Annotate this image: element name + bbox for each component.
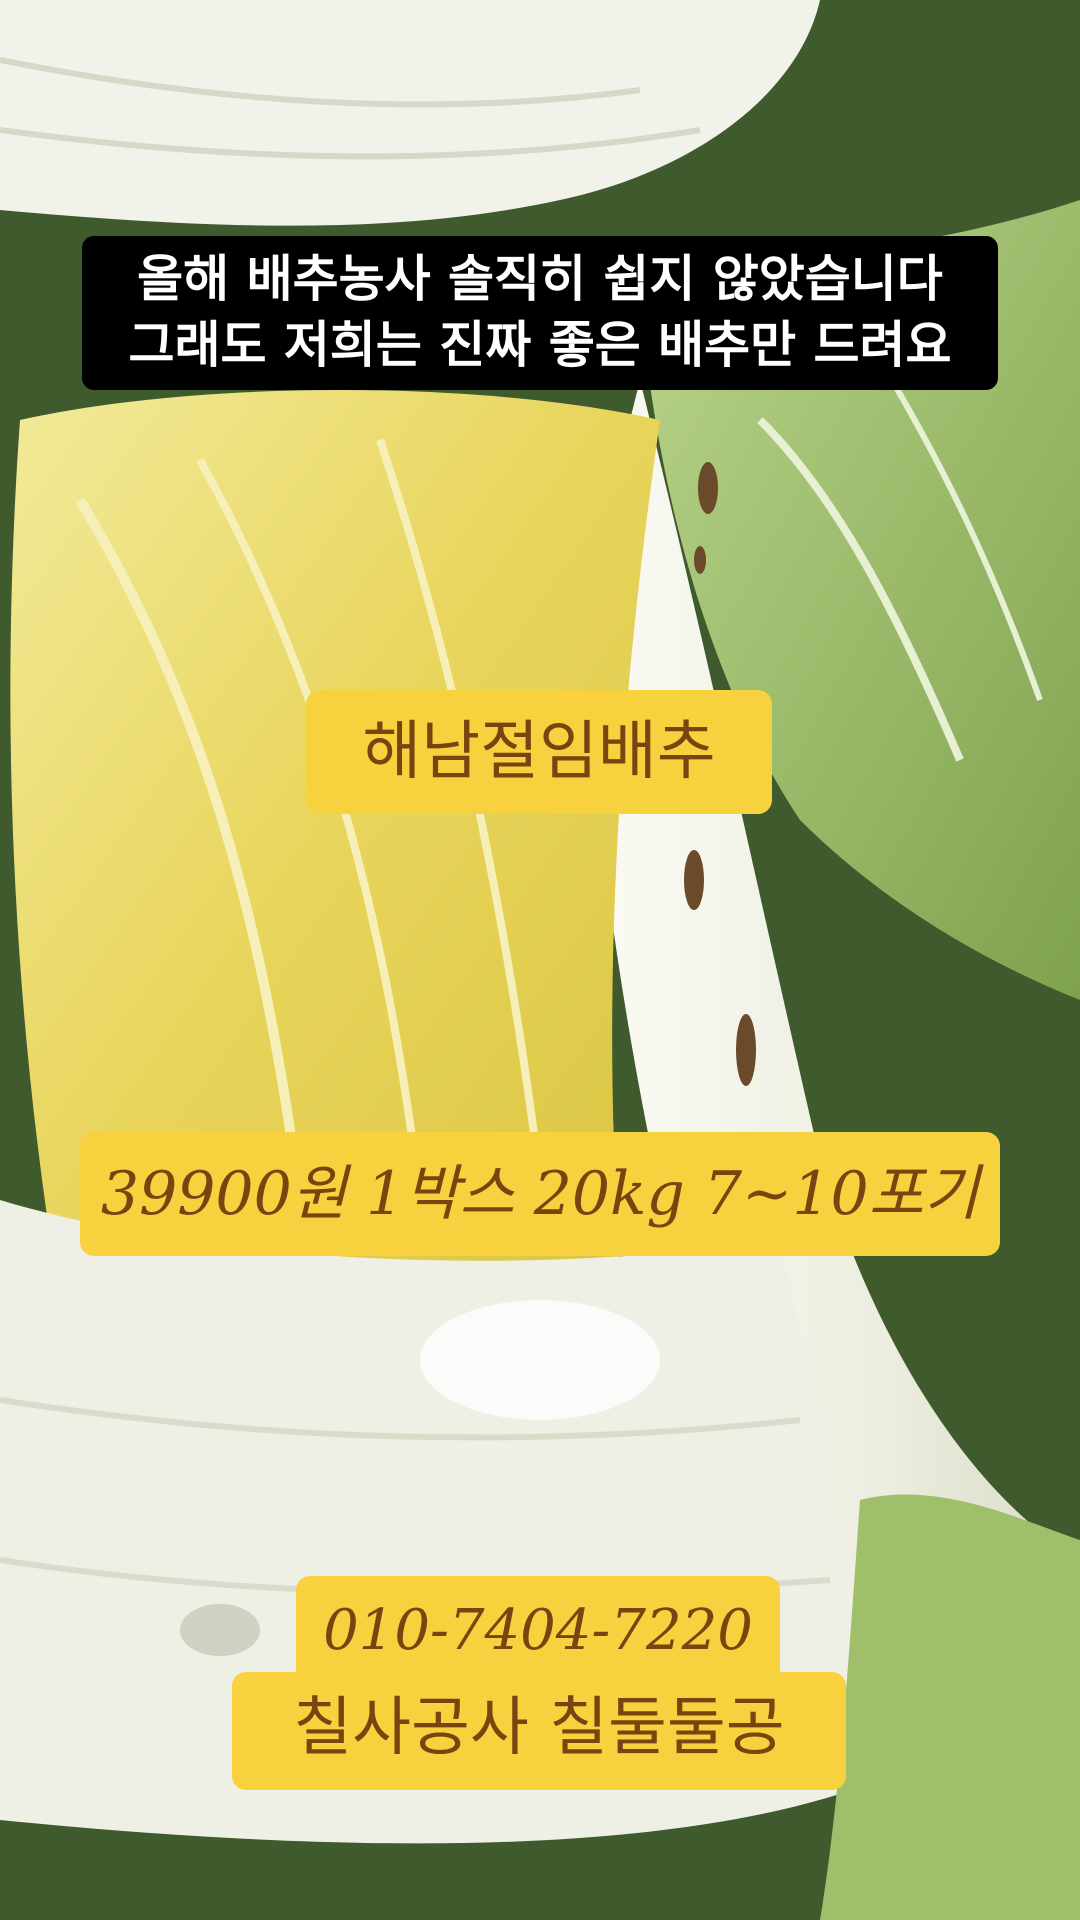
phone-mnemonic-tag: 칠사공사 칠둘둘공 [232,1672,846,1790]
caption-line-2: 그래도 저희는 진짜 좋은 배추만 드려요 [128,316,952,374]
product-name-tag: 해남절임배추 [306,690,772,814]
caption-banner: 올해 배추농사 솔직히 쉽지 않았습니다 그래도 저희는 진짜 좋은 배추만 드… [82,236,998,390]
caption-line-1: 올해 배추농사 솔직히 쉽지 않았습니다 [137,250,943,308]
phone-number-tag: 010-7404-7220 [296,1576,780,1686]
price-tag: 39900원 1박스 20kg 7~10포기 [80,1132,1000,1256]
